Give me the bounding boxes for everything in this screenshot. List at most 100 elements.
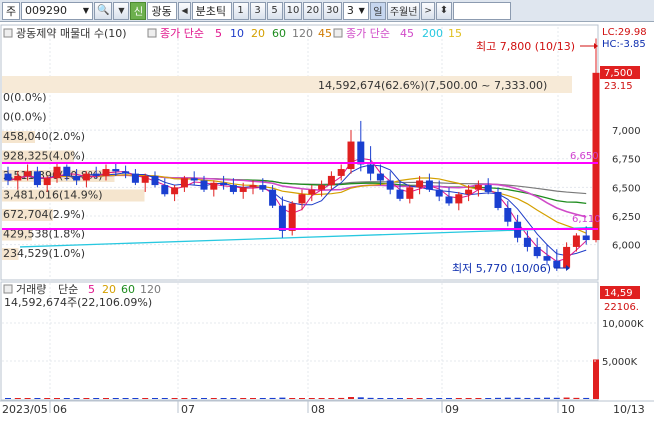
ma2-15: 15: [448, 27, 462, 40]
candle-body: [455, 194, 463, 204]
volume-tick: 10,000K: [602, 319, 644, 330]
volume-bar: [338, 397, 345, 399]
mode-tick[interactable]: 분초틱: [191, 1, 232, 20]
ma-5: 5: [215, 27, 222, 40]
checkbox-icon[interactable]: [333, 28, 343, 38]
volume-tick: 5,000K: [602, 357, 638, 368]
volume-bar: [475, 398, 482, 399]
candle-body: [494, 191, 502, 208]
candle-body: [151, 175, 159, 186]
date-label: 09: [445, 403, 459, 416]
volume-bar: [279, 397, 286, 399]
candle-body: [14, 175, 22, 181]
extra-input[interactable]: [452, 1, 511, 20]
volume-bar: [357, 397, 364, 399]
volume-bar: [308, 398, 315, 399]
volume-bar: [230, 398, 237, 399]
right-arrow-icon[interactable]: >: [421, 1, 435, 20]
date-label: 10: [561, 403, 575, 416]
candle-body: [180, 178, 188, 188]
volume-bar: [367, 397, 374, 399]
stock-code-input[interactable]: 009290 ▼: [21, 1, 93, 20]
profile-label: 672,704(2.9%): [3, 208, 85, 221]
candle-body: [249, 185, 257, 188]
week-month-year-button[interactable]: 주월년: [386, 1, 421, 20]
volume-bar: [103, 398, 109, 399]
day-button[interactable]: 일: [369, 1, 386, 20]
candle-body: [553, 260, 561, 268]
candle-body: [122, 171, 130, 174]
interval-select[interactable]: 3 ▼: [342, 1, 369, 20]
checkbox-icon[interactable]: [3, 28, 13, 38]
price-tick: 6,000: [612, 241, 641, 252]
search-icon[interactable]: 🔍: [94, 1, 113, 20]
volume-bar: [318, 398, 325, 399]
volume-bar: [416, 398, 423, 399]
volume-bar: [240, 398, 247, 399]
volume-bar: [24, 398, 31, 399]
interval-3[interactable]: 3: [249, 1, 266, 20]
profile-label: 0(0.0%): [3, 91, 47, 104]
volume-bar: [161, 398, 168, 399]
interval-5[interactable]: 5: [266, 1, 283, 20]
candle-body: [425, 180, 433, 190]
volume-bar: [495, 397, 501, 399]
candle-body: [210, 182, 218, 190]
price-tick: 6,750: [612, 155, 641, 166]
candle-body: [161, 185, 169, 195]
volume-bar: [583, 397, 590, 399]
candle-body: [288, 203, 296, 231]
candle-body: [357, 141, 365, 165]
volume-bar: [83, 398, 90, 399]
chevron-down-icon[interactable]: ▼: [83, 6, 89, 15]
hc-label: HC:-3.85: [602, 39, 646, 50]
candle-body: [465, 189, 473, 195]
interval-30[interactable]: 30: [323, 1, 342, 20]
volume-bar: [504, 397, 511, 399]
market-select[interactable]: 주: [2, 1, 20, 20]
checkbox-icon[interactable]: [3, 284, 13, 294]
interval-select-value: 3: [346, 4, 354, 17]
candle-body: [308, 189, 316, 195]
candle-body: [112, 169, 120, 172]
updown-icon[interactable]: ⬍: [435, 1, 452, 20]
volume-badge-pct: 22106.: [604, 302, 639, 313]
candle-body: [386, 180, 394, 190]
interval-1[interactable]: 1: [232, 1, 249, 20]
left-arrow-icon[interactable]: ◀: [178, 1, 191, 20]
volume-bar: [426, 398, 433, 399]
stock-name-label: 광동: [151, 4, 172, 18]
profile-label: 0(0.0%): [3, 111, 47, 124]
candle-body: [171, 187, 179, 195]
candle-body: [190, 178, 198, 181]
candle-body: [43, 178, 51, 186]
volume-bar: [93, 398, 100, 399]
volume-bar: [112, 398, 119, 399]
dropdown-icon[interactable]: ▼: [113, 1, 130, 20]
trendline-upper-label: 6,650: [570, 151, 599, 162]
ma-label: 종가 단순: [160, 27, 204, 40]
ma2-label: 종가 단순: [346, 27, 390, 40]
volume-bar: [348, 397, 354, 399]
interval-10[interactable]: 10: [283, 1, 303, 20]
interval-20[interactable]: 20: [303, 1, 323, 20]
checkbox-icon[interactable]: [147, 28, 157, 38]
candle-body: [327, 175, 335, 186]
candle-body: [435, 189, 443, 197]
candle-body: [337, 169, 345, 176]
volume-bar: [485, 398, 492, 399]
candle-body: [63, 166, 71, 176]
info-bar: 14,592,674(62.6%)(7,500.00 ~ 7,333.00): [318, 79, 547, 92]
sin-button[interactable]: 신: [130, 1, 147, 20]
date-label: 10/13: [613, 403, 645, 416]
volume-bar: [44, 398, 51, 399]
volume-bar: [534, 397, 541, 399]
candle-body: [278, 205, 286, 231]
chart-area[interactable]: 광동제약 매물대 수(10) 종가 단순 5 10 20 60 120 45 종…: [0, 23, 654, 421]
volume-bar: [269, 397, 276, 399]
volume-bar: [73, 398, 80, 399]
min-price-label: 최저 5,770 (10/06): [452, 262, 551, 275]
mode-label: 분초틱: [195, 4, 226, 18]
candle-body: [406, 187, 414, 199]
date-label: 2023/05: [2, 403, 48, 416]
